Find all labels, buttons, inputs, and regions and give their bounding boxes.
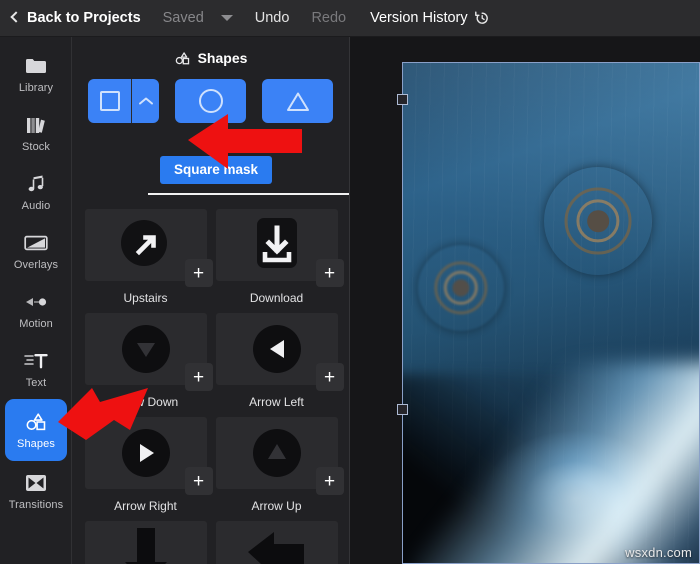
thick-arrow-left-icon	[246, 530, 308, 564]
circle-mask-button[interactable]	[175, 79, 246, 123]
shape-cell: + Arrow Down	[80, 313, 213, 417]
add-shape-button[interactable]: +	[315, 363, 344, 391]
folder-icon	[24, 55, 48, 77]
shapes-icon	[24, 411, 48, 433]
music-note-icon	[24, 173, 48, 195]
video-editor-window: Back to Projects Saved Undo Redo Version…	[0, 0, 700, 564]
shape-cell: + Download	[211, 209, 344, 313]
add-shape-button[interactable]: +	[315, 259, 344, 287]
shape-cell: +	[211, 521, 342, 564]
shape-label: Arrow Down	[112, 395, 179, 409]
resize-handle-middle-left[interactable]	[397, 404, 408, 415]
overlay-icon	[24, 232, 48, 254]
books-icon	[24, 114, 48, 136]
resize-handle-top-left[interactable]	[397, 94, 408, 105]
sidebar-label: Text	[25, 376, 47, 389]
triangle-mask-button[interactable]	[262, 79, 333, 123]
shape-thumbnail[interactable]: +	[215, 209, 344, 287]
sidebar-item-motion[interactable]: Motion	[0, 281, 72, 339]
square-mask-button[interactable]	[88, 79, 159, 123]
sidebar-label: Transitions	[8, 498, 64, 511]
square-mask-dropdown-item[interactable]: Square mask	[160, 156, 273, 184]
shape-cell: + Arrow Up	[211, 417, 344, 521]
version-history-label: Version History	[370, 10, 468, 26]
shapes-panel: Shapes Square mask + Upstairs + Download…	[72, 37, 350, 564]
chevron-up-icon[interactable]	[131, 79, 159, 123]
shape-cell: + Arrow Left	[211, 313, 344, 417]
shape-label: Arrow Left	[249, 395, 304, 409]
shapes-icon	[175, 51, 189, 64]
sidebar-item-shapes[interactable]: Shapes	[5, 399, 67, 461]
left-nav-rail: Library Stock Audio Overlays Motion Text…	[0, 37, 72, 564]
arrow-upright-circle-icon	[117, 216, 175, 274]
circle-outline-icon	[198, 89, 223, 113]
shape-thumbnail[interactable]: +	[84, 313, 213, 391]
sidebar-label: Overlays	[13, 258, 59, 271]
motion-icon	[24, 291, 48, 313]
medallion-small	[418, 245, 504, 331]
caret-down-icon[interactable]	[220, 15, 233, 21]
thick-arrow-down-icon	[119, 526, 173, 564]
video-canvas[interactable]	[402, 62, 700, 564]
sidebar-item-stock[interactable]: Stock	[0, 104, 72, 162]
shape-thumbnail[interactable]: +	[215, 417, 344, 495]
text-t-icon	[24, 350, 48, 372]
shape-cell: + Upstairs	[80, 209, 213, 313]
shape-asset-grid: + Upstairs + Download + Arrow Down + Arr…	[72, 209, 349, 564]
arrow-right-circle-icon	[117, 424, 175, 482]
shape-cell: +	[80, 521, 211, 564]
sidebar-item-audio[interactable]: Audio	[0, 163, 72, 221]
shape-thumbnail[interactable]: +	[215, 521, 338, 564]
panel-divider	[148, 193, 349, 195]
sidebar-label: Audio	[21, 199, 51, 212]
back-to-projects-label: Back to Projects	[27, 10, 141, 26]
shape-label: Upstairs	[123, 291, 168, 305]
add-shape-button[interactable]: +	[184, 363, 213, 391]
add-shape-button[interactable]: +	[315, 467, 344, 495]
sidebar-label: Library	[18, 81, 54, 94]
version-history-button[interactable]: Version History	[370, 10, 490, 26]
add-shape-button[interactable]: +	[184, 467, 213, 495]
shape-label: Arrow Up	[251, 499, 302, 513]
mask-shape-buttons	[72, 73, 349, 123]
sidebar-label: Shapes	[17, 437, 55, 450]
undo-button[interactable]: Undo	[255, 10, 290, 26]
medallion-large	[544, 167, 652, 275]
shape-thumbnail[interactable]: +	[84, 417, 213, 495]
shape-thumbnail[interactable]: +	[215, 313, 344, 391]
panel-title: Shapes	[72, 43, 349, 73]
sidebar-label: Motion	[19, 317, 53, 330]
video-preview-area[interactable]: wsxdn.com	[350, 37, 700, 564]
top-toolbar: Back to Projects Saved Undo Redo Version…	[0, 0, 700, 37]
transition-icon	[24, 472, 48, 494]
sidebar-label: Stock	[21, 140, 50, 153]
watermark: wsxdn.com	[625, 545, 692, 560]
download-tray-icon	[250, 216, 304, 274]
sidebar-item-transitions[interactable]: Transitions	[0, 462, 72, 520]
arrow-down-circle-icon	[117, 320, 175, 378]
panel-title-label: Shapes	[197, 50, 248, 66]
shape-label: Download	[249, 291, 304, 305]
sidebar-item-library[interactable]: Library	[0, 45, 72, 103]
dark-vignette	[402, 374, 612, 564]
chevron-left-icon	[10, 11, 22, 23]
history-clock-icon	[474, 11, 488, 24]
shape-thumbnail[interactable]: +	[84, 521, 207, 564]
triangle-outline-icon	[286, 92, 309, 111]
square-outline-icon[interactable]	[88, 79, 131, 123]
arrow-left-circle-icon	[248, 320, 306, 378]
shape-label: Arrow Right	[114, 499, 177, 513]
sidebar-item-text[interactable]: Text	[0, 340, 72, 398]
redo-button[interactable]: Redo	[311, 10, 346, 26]
shape-thumbnail[interactable]: +	[84, 209, 213, 287]
arrow-up-circle-icon	[248, 424, 306, 482]
add-shape-button[interactable]: +	[184, 259, 213, 287]
back-to-projects-button[interactable]: Back to Projects	[10, 10, 141, 26]
shape-cell: + Arrow Right	[80, 417, 213, 521]
saved-status-label: Saved	[162, 10, 204, 26]
sidebar-item-overlays[interactable]: Overlays	[0, 222, 72, 280]
